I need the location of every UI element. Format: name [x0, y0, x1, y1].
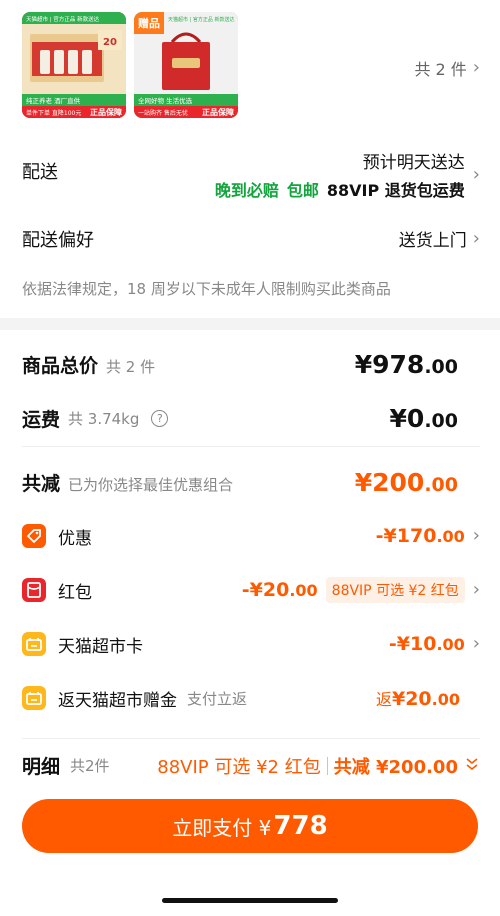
chevron-right-icon: › — [472, 525, 480, 546]
discount-label: 红包 — [58, 582, 92, 603]
shipping-row: 运费 共 3.74kg ? ¥0.00 — [22, 404, 458, 433]
shipping-label: 运费 — [22, 409, 61, 431]
card-icon — [22, 686, 46, 710]
chevron-right-icon: › — [472, 633, 480, 654]
tag-icon — [22, 524, 46, 548]
section-separator — [0, 318, 500, 330]
vip-red-packet-chip[interactable]: 88VIP 可选 ¥2 红包 — [325, 577, 465, 603]
legal-notice: 依据法律规定，18 周岁以下未成年人限制购买此类商品 — [22, 280, 391, 298]
delivery-pref-label: 配送偏好 — [22, 230, 94, 251]
pay-button-amount: 778 — [273, 811, 328, 841]
discount-sub-note: 支付立返 — [187, 689, 248, 708]
goods-total-amount: ¥978.00 — [354, 350, 458, 379]
delivery-eta: 预计明天送达 — [362, 153, 465, 173]
total-discount-amount: ¥200.00 — [354, 468, 458, 497]
product-thumbnails[interactable]: 天猫超市 | 官方正品 新款送达 20 纯正养老 酒厂直供 单件下单 直降100… — [22, 12, 238, 118]
discount-row-supermarket-card[interactable]: 天猫超市卡 -¥10.00 › — [22, 630, 480, 658]
late-compensation-text: 晚到必赔 — [214, 181, 279, 200]
detail-label: 明细 — [22, 756, 61, 778]
discount-amount: -¥170.00 — [375, 525, 465, 547]
detail-vip-text: 88VIP 可选 ¥2 红包 — [157, 756, 321, 778]
product1-store-text: 天猫超市 | 官方正品 新款送达 — [26, 15, 100, 23]
product1-promo-text: 单件下单 直降100元 — [26, 109, 81, 117]
total-discount-label: 共减 — [22, 473, 61, 495]
discount-row-cashback: 返天猫超市赠金 支付立返 返¥20.00 — [22, 684, 480, 712]
discount-amount: -¥10.00 — [388, 633, 465, 655]
red-packet-icon — [22, 578, 46, 602]
chevron-right-icon: › — [472, 163, 480, 185]
vip-return-text: 88VIP 退货包运费 — [326, 181, 465, 200]
product2-promo-text: 一站购齐 售后无忧 — [138, 109, 188, 117]
goods-total-label: 商品总价 — [22, 355, 99, 377]
chevron-double-down-icon — [464, 755, 480, 776]
divider — [22, 446, 480, 447]
discount-label: 天猫超市卡 — [58, 636, 143, 657]
detail-total-discount: 共减 ¥200.00 — [333, 756, 458, 778]
pay-button-label: 立即支付 ¥ — [172, 815, 272, 840]
delivery-label: 配送 — [22, 162, 58, 183]
shipping-amount: ¥0.00 — [389, 404, 458, 433]
delivery-info[interactable]: 预计明天送达 晚到必赔 包邮 88VIP 退货包运费 › — [215, 148, 480, 201]
discount-label: 返天猫超市赠金 — [58, 690, 177, 711]
cashback-amount: 返¥20.00 — [375, 688, 460, 710]
discount-label: 优惠 — [58, 528, 92, 549]
product1-box-number: 20 — [103, 37, 117, 48]
delivery-pref-selector[interactable]: 送货上门 › — [399, 226, 480, 251]
delivery-pref-value: 送货上门 — [398, 231, 467, 251]
item-count-text: 共 2 件 — [414, 60, 467, 79]
goods-total-row: 商品总价 共 2 件 ¥978.00 — [22, 350, 458, 379]
product1-tag-text: 纯正养老 酒厂直供 — [26, 96, 81, 105]
free-shipping-text: 包邮 — [286, 181, 319, 200]
separator — [326, 756, 328, 775]
discount-row-coupon[interactable]: 优惠 -¥170.00 › — [22, 522, 480, 550]
order-items-card: 天猫超市 | 官方正品 新款送达 20 纯正养老 酒厂直供 单件下单 直降100… — [0, 0, 500, 318]
help-icon[interactable]: ? — [151, 410, 169, 427]
discount-amount: -¥20.00 — [241, 579, 318, 601]
shipping-weight: 共 3.74kg — [68, 410, 140, 428]
pay-now-button[interactable]: 立即支付 ¥778 — [22, 799, 478, 853]
detail-count: 共2件 — [70, 757, 110, 775]
home-indicator[interactable] — [162, 898, 338, 903]
chevron-right-icon: › — [472, 57, 480, 78]
chevron-right-icon: › — [472, 579, 480, 600]
item-count-link[interactable]: 共 2 件 › — [414, 56, 480, 80]
goods-total-note: 共 2 件 — [106, 358, 156, 376]
product2-badge: 正品保障 — [202, 107, 234, 117]
total-discount-row: 共减 已为你选择最佳优惠组合 ¥200.00 — [22, 468, 458, 497]
gift-tag: 赠品 — [138, 16, 160, 30]
divider — [22, 738, 480, 739]
product-thumbnail-1[interactable]: 天猫超市 | 官方正品 新款送达 20 纯正养老 酒厂直供 单件下单 直降100… — [22, 12, 126, 118]
card-icon — [22, 632, 46, 656]
detail-row[interactable]: 明细 共2件 88VIP 可选 ¥2 红包 共减 ¥200.00 — [22, 752, 480, 779]
discount-row-red-packet[interactable]: 红包 -¥20.00 88VIP 可选 ¥2 红包 › — [22, 576, 480, 604]
total-discount-note: 已为你选择最佳优惠组合 — [68, 476, 234, 494]
chevron-right-icon: › — [472, 227, 480, 249]
product-thumbnail-2[interactable]: 赠品 天猫超市 | 官方正品 新款送达 全网好物 生活优选 一站购齐 售后无忧 … — [134, 12, 238, 118]
product2-store-text: 天猫超市 | 官方正品 新款送达 — [168, 16, 234, 23]
product2-tag-text: 全网好物 生活优选 — [138, 96, 193, 105]
product1-badge: 正品保障 — [90, 107, 122, 117]
